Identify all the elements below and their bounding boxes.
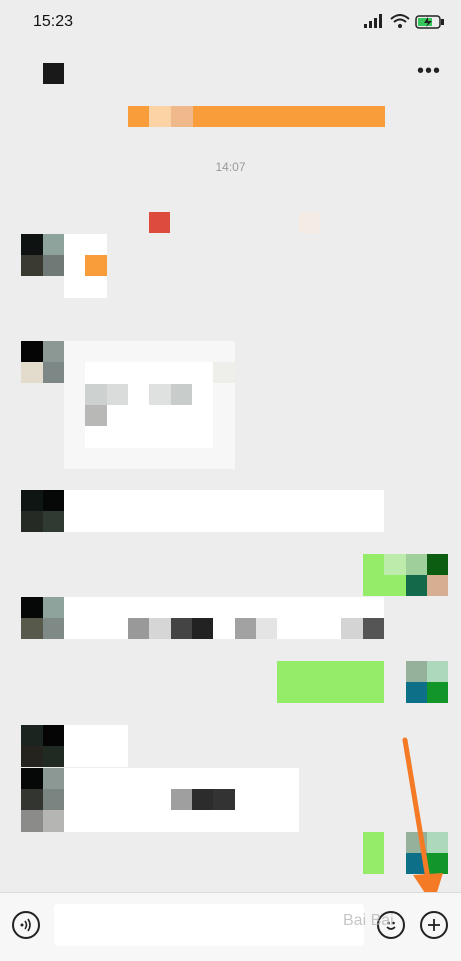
chat-header: ••• bbox=[0, 44, 461, 100]
avatar[interactable] bbox=[21, 234, 64, 276]
avatar[interactable] bbox=[21, 490, 64, 532]
avatar[interactable] bbox=[21, 597, 64, 639]
avatar[interactable] bbox=[21, 341, 64, 383]
message-bubble[interactable] bbox=[64, 490, 384, 532]
status-time: 15:23 bbox=[33, 13, 74, 30]
message-image[interactable] bbox=[64, 234, 107, 298]
message-bubble[interactable] bbox=[64, 725, 128, 767]
message-bubble-sent[interactable] bbox=[277, 661, 384, 703]
avatar[interactable] bbox=[21, 725, 64, 767]
notice-bar bbox=[128, 106, 385, 127]
message-bubble-sent[interactable] bbox=[363, 554, 406, 596]
sticker-fragment bbox=[149, 212, 170, 233]
avatar[interactable] bbox=[21, 768, 64, 832]
signal-icon bbox=[364, 14, 384, 28]
voice-input-button[interactable] bbox=[12, 911, 40, 939]
voice-icon bbox=[20, 918, 31, 932]
avatar-self[interactable] bbox=[406, 554, 448, 596]
wifi-icon bbox=[390, 13, 410, 29]
annotation-arrow bbox=[402, 737, 443, 905]
more-functions-button[interactable] bbox=[420, 911, 448, 939]
plus-icon bbox=[428, 919, 440, 931]
battery-icon bbox=[415, 15, 445, 29]
message-bubble[interactable] bbox=[64, 597, 384, 639]
avatar-self[interactable] bbox=[406, 661, 448, 703]
back-button[interactable] bbox=[43, 63, 64, 84]
status-bar: 15:23 bbox=[0, 0, 461, 44]
sticker-fragment bbox=[299, 212, 320, 233]
message-bubble[interactable] bbox=[64, 768, 299, 832]
message-input[interactable] bbox=[54, 904, 364, 946]
more-options-button[interactable]: ••• bbox=[417, 60, 441, 83]
message-bubble-sent[interactable] bbox=[363, 832, 384, 874]
message-image[interactable] bbox=[64, 341, 235, 469]
watermark: Bai Bai bbox=[343, 912, 394, 929]
chat-timestamp: 14:07 bbox=[215, 160, 246, 174]
